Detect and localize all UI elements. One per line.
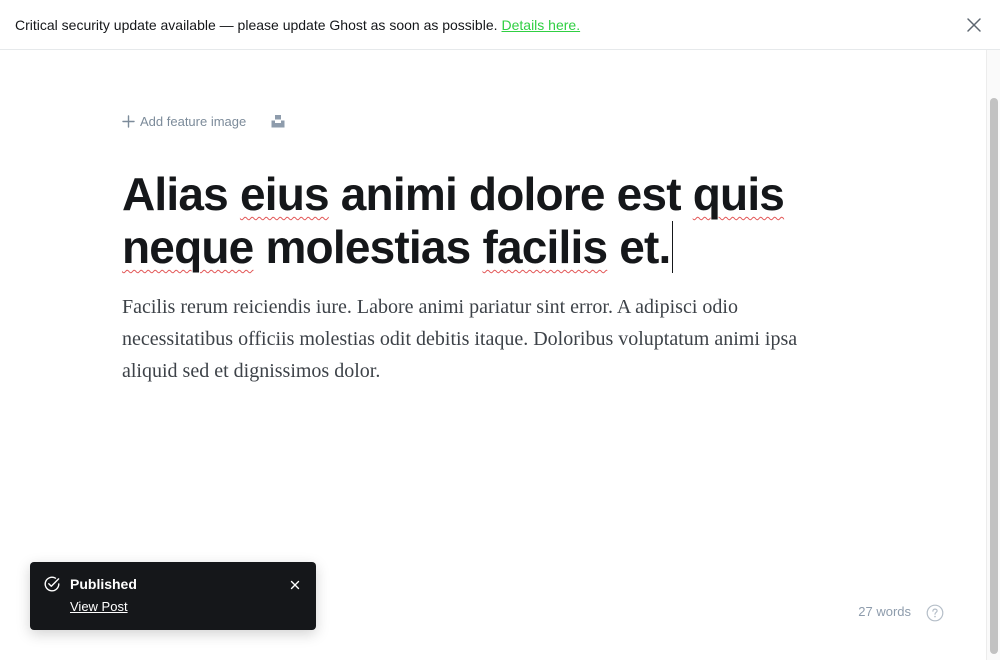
title-text: Alias [122,168,240,220]
toast-title: Published [70,576,137,592]
misspelled-word: quis [692,168,785,220]
misspelled-word: neque [122,221,254,273]
post-title[interactable]: Alias eius animi dolore est quis neque m… [122,168,842,274]
close-icon[interactable] [965,16,983,34]
misspelled-word: eius [239,168,330,220]
published-toast: Published View Post [30,562,316,630]
banner-details-link[interactable]: Details here. [502,17,581,33]
editor-scrollbar[interactable] [986,50,1000,660]
misspelled-word: facilis [482,221,608,273]
check-circle-icon [43,575,61,593]
text-caret [671,221,674,273]
add-feature-image-label: Add feature image [140,113,247,129]
unsplash-icon[interactable] [271,114,285,128]
post-body[interactable]: Facilis rerum reiciendis iure. Labore an… [122,291,842,387]
banner-message: Critical security update available — ple… [15,16,498,33]
security-update-banner: Critical security update available — ple… [0,0,1000,50]
feature-image-row: Add feature image [122,111,285,131]
plus-icon [122,114,135,128]
title-text: et. [607,221,671,273]
title-text: animi dolore est [328,168,693,220]
help-icon[interactable] [926,604,944,622]
title-text: molestias [253,221,483,273]
word-count: 27 words [858,604,911,619]
scrollbar-thumb[interactable] [990,98,998,654]
add-feature-image-button[interactable]: Add feature image [122,114,246,129]
view-post-link[interactable]: View Post [70,599,128,614]
close-icon[interactable] [289,578,301,590]
